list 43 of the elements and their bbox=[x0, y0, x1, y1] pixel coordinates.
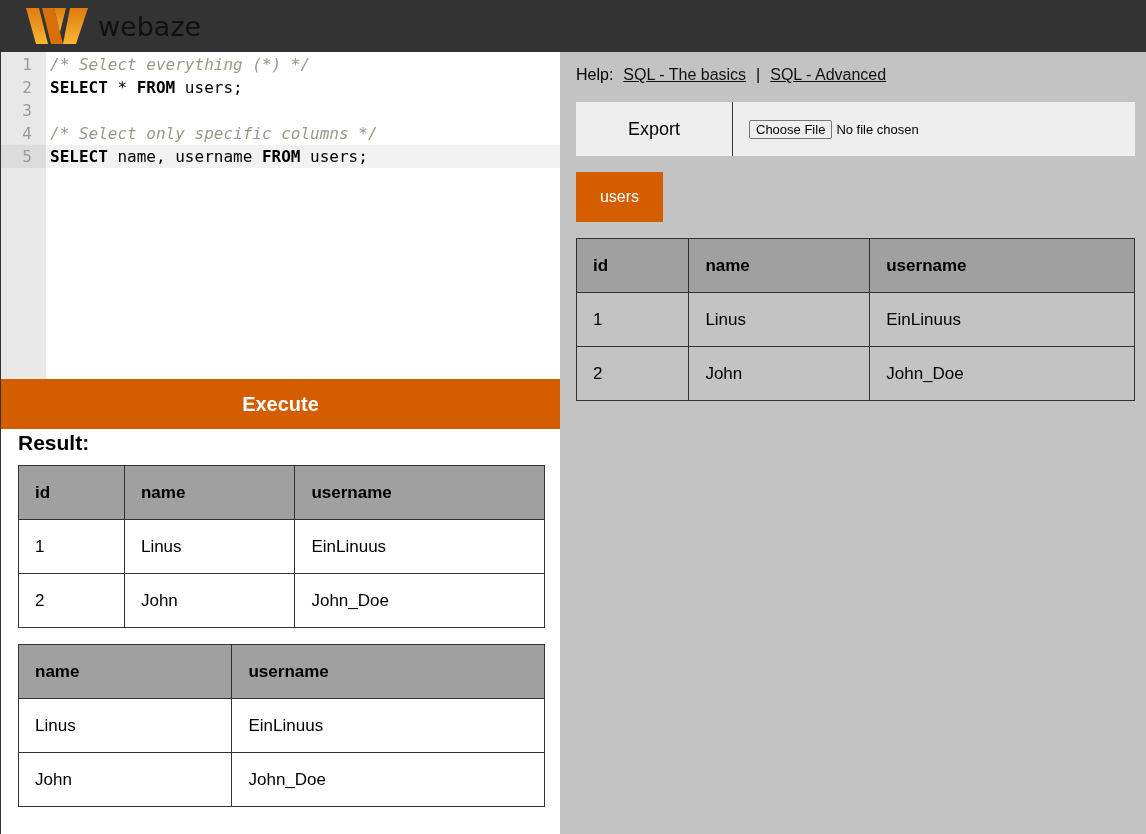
table-cell: John bbox=[18, 752, 232, 807]
column-header: name bbox=[688, 238, 870, 293]
table-cell: John bbox=[688, 346, 870, 401]
column-header: name bbox=[124, 465, 295, 520]
column-header: username bbox=[294, 465, 545, 520]
link-separator: | bbox=[756, 66, 761, 84]
table-cell: Linus bbox=[124, 519, 295, 574]
table-tab[interactable]: users bbox=[576, 172, 663, 222]
line-number: 3 bbox=[21, 100, 33, 122]
logo-icon bbox=[26, 8, 88, 44]
table-cell: 1 bbox=[576, 292, 689, 347]
table-cell: 2 bbox=[18, 573, 125, 628]
table-cell: EinLinuus bbox=[232, 698, 545, 753]
line-number: 4 bbox=[21, 123, 33, 145]
table-cell: John_Doe bbox=[232, 752, 545, 807]
help-label: Help: bbox=[576, 66, 614, 84]
table-cell: Linus bbox=[688, 292, 870, 347]
table-cell: John bbox=[124, 573, 295, 628]
column-header: name bbox=[18, 644, 232, 699]
table-cell: 1 bbox=[18, 519, 125, 574]
column-header: id bbox=[18, 465, 125, 520]
code-editor[interactable]: 1 2 3 4 5 /* Select everything (*) */ SELECT * FROM users; /* Select only specific columns */ SELECT name, username FROM users; bbox=[1, 52, 560, 379]
table-cell: John_Doe bbox=[294, 573, 545, 628]
table-cell: Linus bbox=[18, 698, 232, 753]
table-cell: EinLinuus bbox=[294, 519, 545, 574]
file-status: No file chosen bbox=[836, 121, 919, 137]
code-line: /* Select everything (*) */ bbox=[49, 54, 312, 76]
execute-button[interactable]: Execute bbox=[1, 379, 560, 429]
help-link[interactable]: SQL - The basics bbox=[623, 66, 747, 84]
code-line: SELECT * FROM users; bbox=[49, 77, 244, 99]
line-number: 5 bbox=[1, 145, 46, 168]
line-number: 1 bbox=[21, 54, 33, 76]
choose-file-button[interactable]: Choose File bbox=[749, 119, 833, 139]
table-cell: 2 bbox=[576, 346, 689, 401]
result-heading: Result: bbox=[18, 431, 91, 455]
help-link[interactable]: SQL - Advanced bbox=[770, 66, 887, 84]
column-header: username bbox=[869, 238, 1135, 293]
code-line: /* Select only specific columns */ bbox=[49, 123, 379, 145]
column-header: username bbox=[232, 644, 545, 699]
line-number: 2 bbox=[21, 77, 33, 99]
table-cell: EinLinuus bbox=[869, 292, 1135, 347]
column-header: id bbox=[576, 238, 689, 293]
table-cell: John_Doe bbox=[869, 346, 1135, 401]
